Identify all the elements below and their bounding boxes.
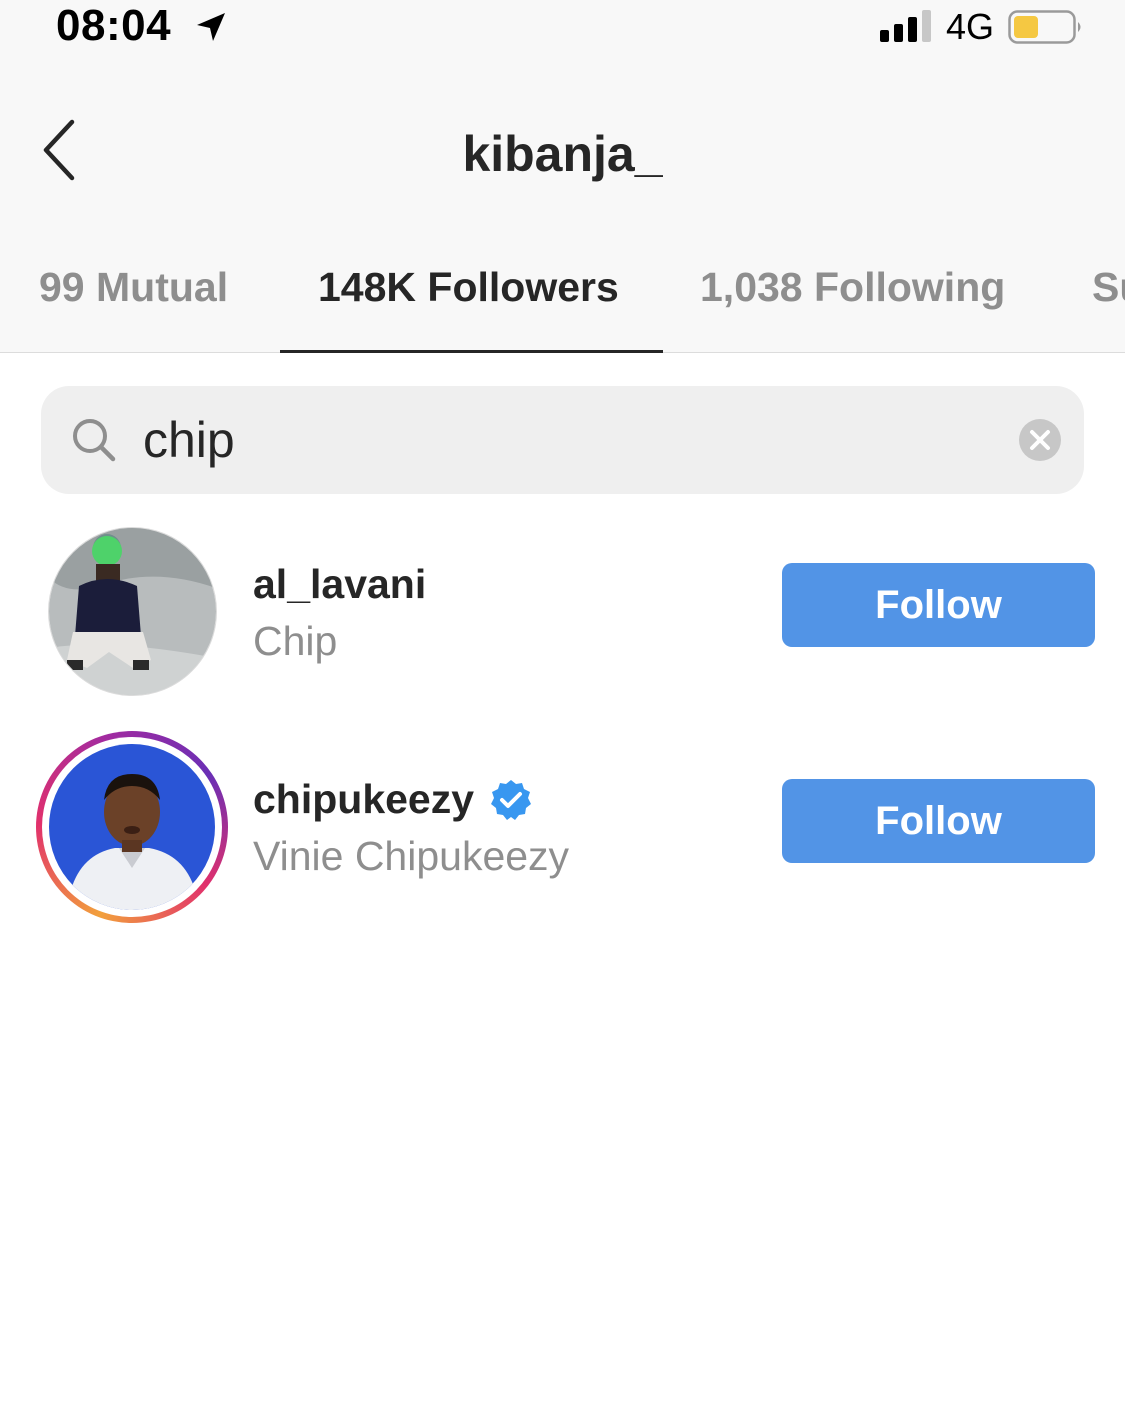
username[interactable]: al_lavani	[253, 560, 426, 608]
tab-bar: 99 Mutual 148K Followers 1,038 Following…	[0, 246, 1125, 353]
top-area: 08:04 4G kibanja_ 99 Mutual 148K Followe…	[0, 0, 1125, 353]
follow-button[interactable]: Follow	[782, 779, 1095, 863]
location-arrow-icon	[197, 13, 225, 41]
full-name: Vinie Chipukeezy	[253, 833, 570, 879]
active-tab-indicator	[280, 350, 663, 353]
clear-icon[interactable]	[1019, 419, 1061, 461]
nav-header: kibanja_	[0, 96, 1125, 216]
battery-icon	[1008, 10, 1081, 44]
signal-bars-icon	[880, 10, 931, 42]
status-time: 08:04	[56, 1, 172, 50]
tab-followers[interactable]: 148K Followers	[318, 260, 619, 314]
avatar-image	[49, 528, 216, 695]
avatar-chipukeezy[interactable]	[49, 744, 215, 910]
search-input[interactable]	[143, 404, 1003, 476]
tab-mutual[interactable]: 99 Mutual	[39, 260, 228, 314]
avatar-image	[49, 744, 215, 910]
result-row-al-lavani[interactable]: al_lavani Chip Follow	[0, 510, 1125, 710]
result-row-chipukeezy[interactable]: chipukeezy Vinie Chipukeezy Follow	[0, 725, 1125, 925]
tab-following[interactable]: 1,038 Following	[700, 260, 1005, 314]
avatar-al-lavani[interactable]	[48, 527, 217, 696]
username[interactable]: chipukeezy	[253, 775, 474, 823]
full-name: Chip	[253, 618, 338, 664]
search-icon	[73, 419, 116, 462]
follow-button[interactable]: Follow	[782, 563, 1095, 647]
verified-badge-icon	[491, 780, 531, 820]
search-bar	[41, 386, 1084, 494]
tab-suggested[interactable]: Su	[1092, 260, 1125, 314]
network-label: 4G	[946, 6, 995, 47]
status-bar: 08:04 4G	[0, 0, 1125, 56]
page-title: kibanja_	[462, 126, 663, 182]
